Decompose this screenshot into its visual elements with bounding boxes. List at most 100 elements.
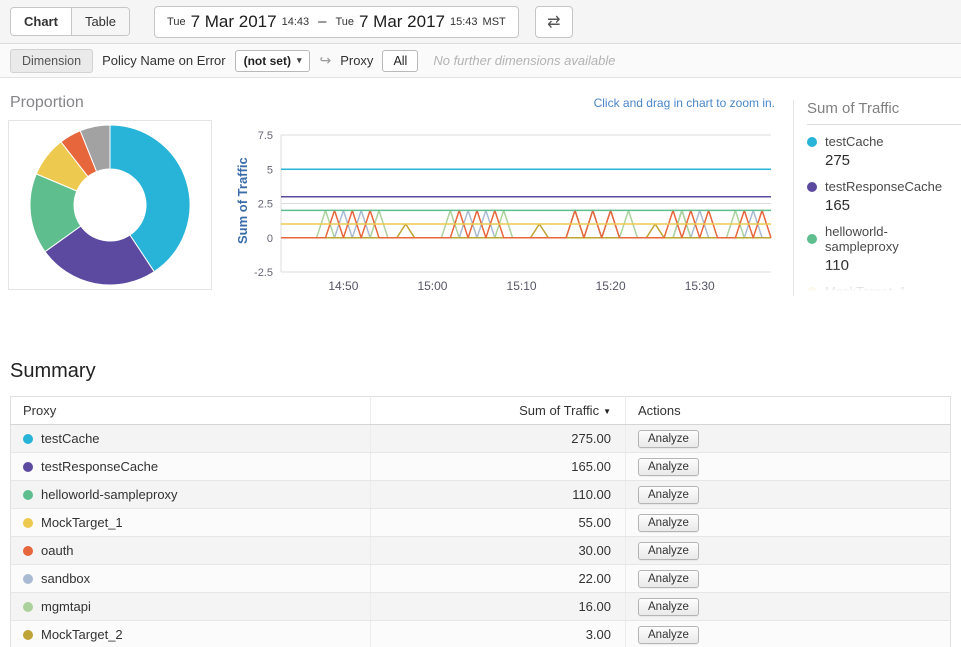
- y-tick-label: 0: [267, 233, 273, 245]
- actions-cell: Analyze: [626, 565, 951, 593]
- dimension-chip: Dimension: [10, 49, 93, 73]
- proxy-cell: testCache: [11, 425, 371, 453]
- actions-cell: Analyze: [626, 537, 951, 565]
- analyze-button[interactable]: Analyze: [638, 514, 699, 532]
- legend-item-name: helloworld-sampleproxy: [807, 224, 961, 254]
- dimension-value-dropdown[interactable]: (not set) ▾: [235, 50, 311, 72]
- proxy-name: oauth: [41, 543, 74, 558]
- sort-desc-icon: ▼: [603, 407, 611, 416]
- actions-cell: Analyze: [626, 509, 951, 537]
- x-tick-label: 15:00: [417, 279, 447, 293]
- series-color-dot: [23, 462, 33, 472]
- table-row: testCache275.00Analyze: [11, 425, 951, 453]
- analyze-button[interactable]: Analyze: [638, 570, 699, 588]
- series-color-dot: [807, 234, 817, 244]
- end-day: Tue: [335, 16, 354, 28]
- range-separator: –: [318, 13, 326, 30]
- summary-table-body: testCache275.00Analyze testResponseCache 1…: [11, 425, 951, 647]
- proxy-cell: oauth: [11, 537, 371, 565]
- column-header-proxy[interactable]: Proxy: [11, 397, 371, 425]
- traffic-value-cell: 55.00: [371, 509, 626, 537]
- series-color-dot: [23, 574, 33, 584]
- line-chart-panel: Click and drag in chart to zoom in. Sum …: [235, 96, 775, 298]
- traffic-value-cell: 110.00: [371, 481, 626, 509]
- column-header-sum-of-traffic[interactable]: Sum of Traffic ▼: [371, 397, 626, 425]
- proxy-name: helloworld-sampleproxy: [41, 487, 178, 502]
- legend-item-value: 165: [825, 197, 961, 214]
- table-row: mgmtapi 16.00 Analyze: [11, 593, 951, 621]
- dimension-bar: Dimension Policy Name on Error (not set)…: [0, 44, 961, 78]
- proxy-cell: MockTarget_2: [11, 621, 371, 647]
- zoom-hint: Click and drag in chart to zoom in.: [235, 96, 775, 113]
- traffic-value-cell: 16.00: [371, 593, 626, 621]
- proxy-cell: mgmtapi: [11, 593, 371, 621]
- proxy-name: testCache: [41, 431, 100, 446]
- series-color-dot: [23, 434, 33, 444]
- drill-arrow-icon: ↪: [319, 52, 331, 69]
- proxy-name: mgmtapi: [41, 599, 91, 614]
- analyze-button[interactable]: Analyze: [638, 542, 699, 560]
- series-color-dot: [23, 490, 33, 500]
- y-tick-label: 5: [267, 164, 273, 176]
- sum-column-label: Sum of Traffic: [519, 403, 599, 418]
- x-tick-label: 15:10: [507, 279, 537, 293]
- donut-chart-box: [8, 120, 212, 290]
- dimension-value: (not set): [244, 54, 291, 68]
- legend-item[interactable]: testCache 275: [807, 128, 961, 173]
- table-row: oauth 30.00 Analyze: [11, 537, 951, 565]
- view-toggle: Chart Table: [10, 7, 130, 36]
- proxy-name: testResponseCache: [41, 459, 158, 474]
- series-color-dot: [23, 546, 33, 556]
- y-tick-label: 7.5: [258, 130, 273, 142]
- y-axis-label: Sum of Traffic: [235, 131, 250, 271]
- table-header-row: Proxy Sum of Traffic ▼ Actions: [11, 397, 951, 425]
- table-row: MockTarget_1 55.00 Analyze: [11, 509, 951, 537]
- series-color-dot: [807, 137, 817, 147]
- table-row: sandbox22.00 Analyze: [11, 565, 951, 593]
- chevron-down-icon: ▾: [297, 55, 302, 66]
- proxy-cell: MockTarget_1: [11, 509, 371, 537]
- analyze-button[interactable]: Analyze: [638, 430, 699, 448]
- proxy-all-button[interactable]: All: [382, 50, 418, 72]
- y-tick-label: -2.5: [254, 267, 273, 279]
- proxy-name: MockTarget_2: [41, 627, 123, 642]
- column-header-actions[interactable]: Actions: [626, 397, 951, 425]
- start-time: 14:43: [282, 16, 310, 28]
- analyze-button[interactable]: Analyze: [638, 626, 699, 644]
- proportion-panel: Proportion: [8, 92, 212, 290]
- dimensions-note: No further dimensions available: [433, 53, 615, 68]
- chart-toggle-button[interactable]: Chart: [11, 8, 71, 35]
- proxy-cell: sandbox: [11, 565, 371, 593]
- actions-cell: Analyze: [626, 481, 951, 509]
- analyze-button[interactable]: Analyze: [638, 486, 699, 504]
- proxy-name: MockTarget_1: [41, 515, 123, 530]
- traffic-value-cell: 30.00: [371, 537, 626, 565]
- traffic-value-cell: 22.00: [371, 565, 626, 593]
- legend-item[interactable]: testResponseCache165: [807, 173, 961, 218]
- legend-item-value: 275: [825, 152, 961, 169]
- proxy-label: Proxy: [340, 53, 373, 68]
- toolbar: Chart Table Tue 7 Mar 2017 14:43 – Tue 7…: [0, 0, 961, 44]
- table-row: MockTarget_2 3.00 Analyze: [11, 621, 951, 647]
- table-toggle-button[interactable]: Table: [71, 8, 129, 35]
- date-range-picker[interactable]: Tue 7 Mar 2017 14:43 – Tue 7 Mar 2017 15…: [154, 6, 519, 38]
- x-tick-label: 15:30: [685, 279, 715, 293]
- start-date: 7 Mar 2017: [191, 12, 277, 32]
- refresh-icon: ⇄: [547, 12, 560, 32]
- proxy-cell: helloworld-sampleproxy: [11, 481, 371, 509]
- summary-section: Summary Proxy Sum of Traffic▼ Actions te…: [0, 360, 961, 647]
- actions-cell: Analyze: [626, 621, 951, 647]
- analytics-page: Chart Table Tue 7 Mar 2017 14:43 – Tue 7…: [0, 0, 961, 647]
- dimension-name: Policy Name on Error: [102, 53, 226, 68]
- analyze-button[interactable]: Analyze: [638, 598, 699, 616]
- legend-item-name: testCache: [807, 134, 961, 149]
- traffic-value-cell: 3.00: [371, 621, 626, 647]
- end-time: 15:43: [450, 16, 478, 28]
- donut-chart[interactable]: [10, 122, 210, 288]
- analyze-button[interactable]: Analyze: [638, 458, 699, 476]
- refresh-button[interactable]: ⇄: [535, 6, 573, 38]
- actions-cell: Analyze: [626, 425, 951, 453]
- traffic-line-chart[interactable]: 7.552.50-2.514:5015:0015:1015:2015:30: [235, 113, 775, 298]
- traffic-value-cell: 165.00: [371, 453, 626, 481]
- summary-table: Proxy Sum of Traffic▼ Actions testCache2…: [10, 396, 951, 647]
